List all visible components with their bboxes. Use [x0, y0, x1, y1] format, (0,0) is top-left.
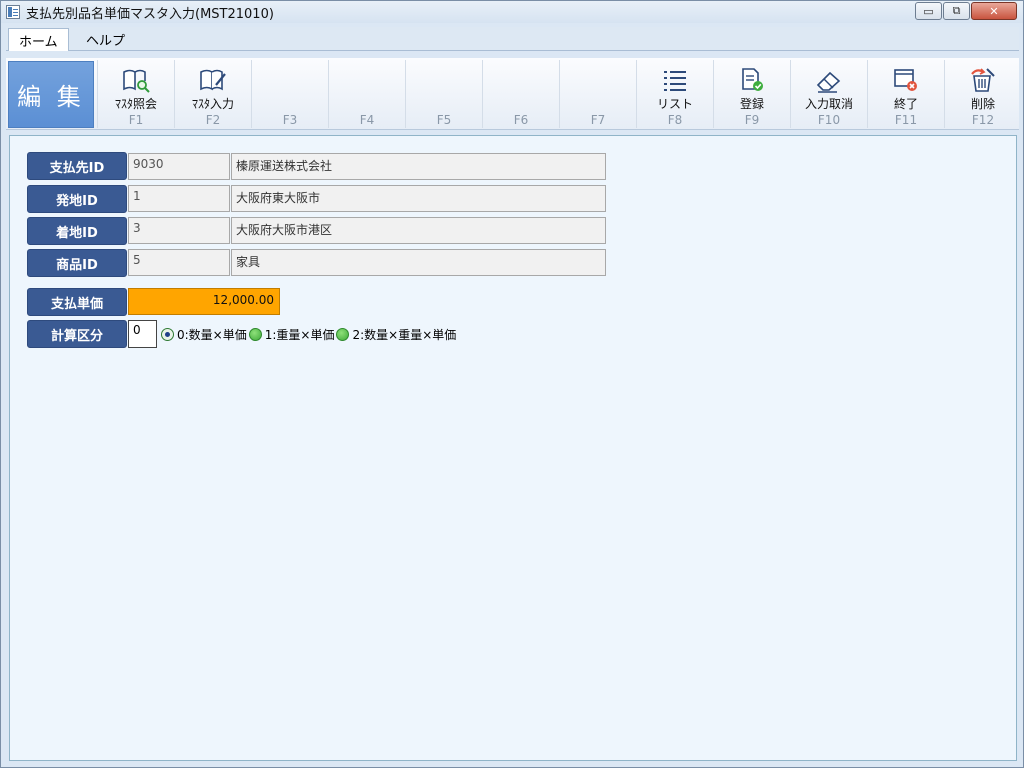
- radio-unselected-icon: [336, 327, 350, 341]
- f9-key: F9: [744, 113, 760, 127]
- calc-type-option-2[interactable]: 2:数量×重量×単価: [336, 326, 456, 343]
- f6-button[interactable]: F6: [482, 60, 559, 128]
- f6-key: F6: [513, 113, 529, 127]
- f2-label: ﾏｽﾀ入力: [191, 97, 234, 111]
- app-icon: [6, 5, 20, 19]
- f12-label: 削除: [970, 97, 995, 111]
- destination-id-field[interactable]: 3: [128, 217, 230, 244]
- product-name-field: 家具: [231, 249, 606, 276]
- calc-type-label: 計算区分: [27, 320, 127, 348]
- trash-icon: [969, 65, 997, 93]
- f11-key: F11: [894, 113, 918, 127]
- origin-id-label: 発地ID: [27, 185, 127, 213]
- destination-name-field: 大阪府大阪市港区: [231, 217, 606, 244]
- ribbon-tabs: ホーム ヘルプ: [6, 27, 1019, 51]
- f5-key: F5: [436, 113, 452, 127]
- f10-key: F10: [817, 113, 841, 127]
- f3-key: F3: [282, 113, 298, 127]
- tab-home[interactable]: ホーム: [8, 28, 69, 51]
- radio-unselected-icon: [248, 327, 262, 341]
- calc-type-option-0[interactable]: 0:数量×単価: [161, 326, 247, 343]
- eraser-icon: [815, 65, 843, 93]
- f8-key: F8: [667, 113, 683, 127]
- f7-key: F7: [590, 113, 606, 127]
- window-title: 支払先別品名単価マスタ入力(MST21010): [26, 6, 274, 22]
- list-icon: [662, 65, 688, 93]
- product-id-field[interactable]: 5: [128, 249, 230, 276]
- calc-type-radio-group: 0:数量×単価 1:重量×単価 2:数量×重量×単価: [161, 320, 458, 348]
- product-id-label: 商品ID: [27, 249, 127, 277]
- f9-register-button[interactable]: 登録 F9: [713, 60, 790, 128]
- f3-button[interactable]: F3: [251, 60, 328, 128]
- destination-id-label: 着地ID: [27, 217, 127, 245]
- calc-type-option-1-label: 1:重量×単価: [264, 327, 335, 342]
- app-window: 支払先別品名単価マスタ入力(MST21010) ▭ ⧉ ✕ ホーム ヘルプ 編 …: [0, 0, 1024, 768]
- f9-label: 登録: [739, 97, 764, 111]
- f5-button[interactable]: F5: [405, 60, 482, 128]
- window-controls: ▭ ⧉ ✕: [914, 2, 1017, 20]
- f11-label: 終了: [893, 97, 918, 111]
- payee-name-field: 榛原運送株式会社: [231, 153, 606, 180]
- radio-selected-icon: [161, 327, 174, 341]
- calc-type-option-1[interactable]: 1:重量×単価: [248, 326, 335, 343]
- book-edit-icon: [198, 65, 228, 93]
- title-bar: 支払先別品名単価マスタ入力(MST21010) ▭ ⧉ ✕: [1, 1, 1023, 23]
- register-icon: [739, 65, 765, 93]
- f8-list-button[interactable]: リスト F8: [636, 60, 713, 128]
- f2-master-input-button[interactable]: ﾏｽﾀ入力 F2: [174, 60, 251, 128]
- form-panel: 支払先ID 9030 榛原運送株式会社 発地ID 1 大阪府東大阪市 着地ID …: [9, 135, 1017, 761]
- edit-mode-indicator: 編 集: [8, 61, 94, 128]
- f4-button[interactable]: F4: [328, 60, 405, 128]
- tab-help[interactable]: ヘルプ: [76, 28, 135, 51]
- restore-button[interactable]: ⧉: [943, 2, 970, 20]
- payee-id-field[interactable]: 9030: [128, 153, 230, 180]
- payee-id-label: 支払先ID: [27, 152, 127, 180]
- unit-price-field[interactable]: 12,000.00: [128, 288, 280, 315]
- exit-icon: [893, 65, 919, 93]
- function-key-toolbar: 編 集 ﾏｽﾀ照会 F1 ﾏｽﾀ入力 F2 F3 F4 F5 F6 F7 リスト…: [6, 58, 1019, 130]
- f1-key: F1: [128, 113, 144, 127]
- book-search-icon: [121, 65, 151, 93]
- origin-name-field: 大阪府東大阪市: [231, 185, 606, 212]
- f10-clear-input-button[interactable]: 入力取消 F10: [790, 60, 867, 128]
- f7-button[interactable]: F7: [559, 60, 636, 128]
- f12-key: F12: [971, 113, 995, 127]
- unit-price-label: 支払単価: [27, 288, 127, 316]
- minimize-button[interactable]: ▭: [915, 2, 942, 20]
- f1-label: ﾏｽﾀ照会: [114, 97, 157, 111]
- f2-key: F2: [205, 113, 221, 127]
- f12-delete-button[interactable]: 削除 F12: [944, 60, 1021, 128]
- f8-label: リスト: [656, 97, 693, 111]
- close-button[interactable]: ✕: [971, 2, 1017, 20]
- f11-exit-button[interactable]: 終了 F11: [867, 60, 944, 128]
- f1-master-lookup-button[interactable]: ﾏｽﾀ照会 F1: [97, 60, 174, 128]
- origin-id-field[interactable]: 1: [128, 185, 230, 212]
- calc-type-input[interactable]: 0: [128, 320, 157, 348]
- f4-key: F4: [359, 113, 375, 127]
- f10-label: 入力取消: [804, 97, 853, 111]
- calc-type-option-0-label: 0:数量×単価: [177, 327, 247, 342]
- calc-type-option-2-label: 2:数量×重量×単価: [352, 327, 457, 342]
